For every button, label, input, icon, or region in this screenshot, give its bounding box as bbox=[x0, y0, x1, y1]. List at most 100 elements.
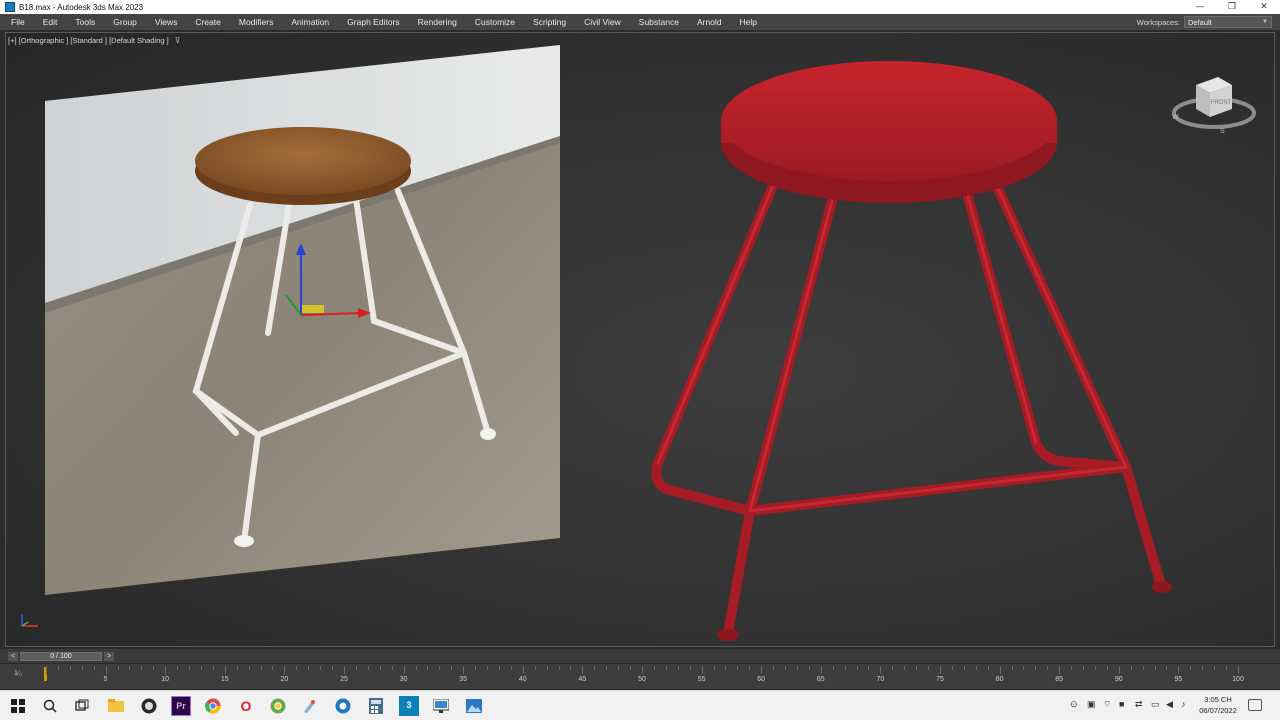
maximize-button[interactable]: ❐ bbox=[1216, 0, 1248, 14]
stool-3d-model[interactable] bbox=[6, 33, 1275, 647]
title-bar: B18.max - Autodesk 3ds Max 2023 — ❐ ✕ bbox=[0, 0, 1280, 14]
display-icon[interactable] bbox=[431, 696, 451, 716]
frame-tick bbox=[81, 666, 83, 670]
frame-tick bbox=[1142, 666, 1144, 670]
frame-tick bbox=[391, 666, 393, 670]
frame-tick bbox=[224, 666, 226, 674]
frame-tick bbox=[1202, 666, 1204, 670]
time-slider-next-button[interactable]: > bbox=[104, 652, 114, 661]
calculator-icon[interactable] bbox=[366, 696, 386, 716]
frame-tick bbox=[665, 666, 667, 670]
workspaces-dropdown[interactable]: Default ▼ bbox=[1184, 16, 1272, 28]
frame-tick bbox=[773, 666, 775, 670]
clock-date: 06/07/2022 bbox=[1199, 706, 1237, 715]
menu-graph-editors[interactable]: Graph Editors bbox=[336, 17, 406, 27]
frame-tick bbox=[439, 666, 441, 670]
tray-display-icon[interactable]: ▭ bbox=[1151, 699, 1160, 710]
track-bar[interactable]: 1⁄₀ 5 10 15 20 25 30 35 40 45 50 55 60 65 70 75 80 85 90 9… bbox=[0, 663, 1280, 689]
track-bar-filter-icon[interactable]: 1⁄₀ bbox=[14, 670, 22, 677]
paint-icon[interactable] bbox=[300, 696, 320, 716]
minimize-button[interactable]: — bbox=[1184, 0, 1216, 14]
3dsmax-app-icon bbox=[5, 2, 15, 12]
file-explorer-icon[interactable] bbox=[106, 696, 126, 716]
filter-icon[interactable]: ⊽ bbox=[175, 36, 181, 45]
frame-tick bbox=[534, 666, 536, 670]
menu-arnold[interactable]: Arnold bbox=[686, 17, 729, 27]
frame-tick bbox=[868, 666, 870, 670]
notification-center-icon[interactable] bbox=[1248, 699, 1262, 711]
menu-rendering[interactable]: Rendering bbox=[407, 17, 464, 27]
perspective-viewport[interactable]: [+] [Orthographic ] [Standard ] [Default… bbox=[5, 32, 1275, 647]
frame-tick bbox=[951, 666, 953, 670]
3dsmax-icon[interactable]: 3 bbox=[399, 696, 419, 716]
frame-tick bbox=[940, 666, 941, 674]
windows-start-icon[interactable] bbox=[8, 696, 28, 716]
frame-tick bbox=[260, 666, 262, 670]
frame-tick bbox=[1154, 666, 1156, 670]
tray-network-shield-icon[interactable]: ⊙ bbox=[1070, 699, 1078, 710]
tray-volume-icon[interactable]: ◀ bbox=[1166, 699, 1173, 710]
frame-ruler: 5 10 15 20 25 30 35 40 45 50 55 60 65 70 75 80 85 90 95 100 bbox=[46, 666, 1246, 686]
viewcube-widget[interactable]: FRONT W S bbox=[1166, 71, 1256, 141]
menu-customize[interactable]: Customize bbox=[464, 17, 522, 27]
tray-teamviewer-icon[interactable]: ⇄ bbox=[1135, 699, 1143, 710]
menu-civil-view[interactable]: Civil View bbox=[573, 17, 628, 27]
task-view-icon[interactable] bbox=[72, 696, 92, 716]
tray-nvidia-icon[interactable]: ■ bbox=[1119, 699, 1124, 709]
menu-views[interactable]: Views bbox=[144, 17, 185, 27]
frame-tick bbox=[737, 666, 739, 670]
tray-speaker-icon[interactable]: ♪ bbox=[1181, 699, 1186, 709]
frame-tick bbox=[403, 666, 405, 674]
menu-tools[interactable]: Tools bbox=[64, 17, 102, 27]
workspaces-label: Workspaces: bbox=[1136, 17, 1180, 27]
frame-label: 40 bbox=[518, 676, 527, 683]
frame-tick bbox=[725, 666, 727, 670]
time-slider[interactable]: 0 / 100 bbox=[20, 652, 102, 661]
menu-create[interactable]: Create bbox=[184, 17, 228, 27]
frame-tick bbox=[451, 666, 453, 670]
tray-app-icon[interactable]: ▣ bbox=[1087, 699, 1096, 710]
opera-icon[interactable]: O bbox=[236, 696, 256, 716]
workspaces-switcher: Workspaces: Default ▼ bbox=[1137, 16, 1272, 28]
frame-tick bbox=[761, 666, 763, 674]
premiere-icon[interactable]: Pr bbox=[171, 696, 191, 716]
frame-tick bbox=[677, 666, 679, 670]
search-icon[interactable] bbox=[40, 696, 60, 716]
frame-tick bbox=[713, 666, 715, 670]
frame-tick bbox=[1166, 666, 1168, 670]
frame-label: 5 bbox=[103, 676, 108, 683]
frame-tick bbox=[546, 666, 548, 670]
frame-tick bbox=[820, 666, 822, 674]
obs-icon[interactable] bbox=[139, 696, 159, 716]
chevron-down-icon: ▼ bbox=[1262, 19, 1268, 25]
menu-group[interactable]: Group bbox=[102, 17, 144, 27]
chrome-icon[interactable] bbox=[203, 696, 223, 716]
browser-icon[interactable] bbox=[333, 696, 353, 716]
frame-tick bbox=[880, 666, 882, 674]
compass-west-label: W bbox=[1172, 114, 1179, 121]
menu-scripting[interactable]: Scripting bbox=[522, 17, 573, 27]
menu-file[interactable]: File bbox=[0, 17, 32, 27]
frame-label: 85 bbox=[1055, 676, 1064, 683]
frame-label: 35 bbox=[459, 676, 468, 683]
tray-wifi-icon[interactable]: ⌔ bbox=[1103, 699, 1111, 710]
frame-tick bbox=[642, 666, 643, 674]
chrome-dev-icon[interactable] bbox=[268, 696, 288, 716]
frame-tick bbox=[498, 666, 500, 670]
viewcube-front-label[interactable]: FRONT bbox=[1211, 100, 1232, 106]
photos-icon[interactable] bbox=[464, 696, 484, 716]
frame-tick bbox=[1238, 666, 1239, 674]
close-button[interactable]: ✕ bbox=[1248, 0, 1280, 14]
menu-animation[interactable]: Animation bbox=[280, 17, 336, 27]
frame-tick bbox=[844, 666, 846, 670]
frame-tick bbox=[1118, 666, 1120, 674]
taskbar-clock[interactable]: 3:05 CH 06/07/2022 bbox=[1196, 694, 1240, 716]
menu-substance[interactable]: Substance bbox=[628, 17, 686, 27]
frame-tick bbox=[594, 666, 596, 670]
viewport-label[interactable]: [+] [Orthographic ] [Standard ] [Default… bbox=[8, 36, 180, 45]
menu-modifiers[interactable]: Modifiers bbox=[228, 17, 280, 27]
menu-help[interactable]: Help bbox=[729, 17, 764, 27]
frame-tick bbox=[1178, 666, 1180, 674]
menu-edit[interactable]: Edit bbox=[32, 17, 65, 27]
time-slider-prev-button[interactable]: < bbox=[8, 652, 18, 661]
